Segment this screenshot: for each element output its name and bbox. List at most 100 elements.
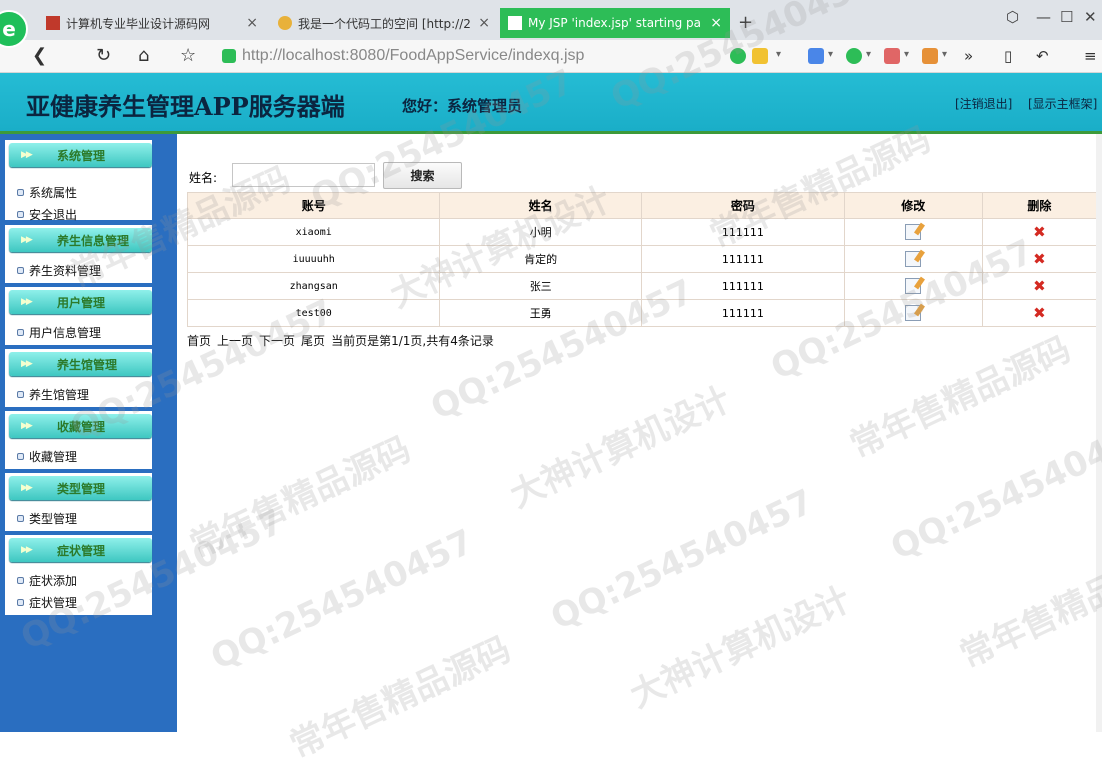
speed-mode-icon[interactable] <box>730 48 746 64</box>
reload-icon[interactable]: ↻ <box>96 45 111 66</box>
security-icon[interactable] <box>846 48 862 64</box>
tab-coder-space[interactable]: 我是一个代码工的空间 [http://2 × <box>270 8 498 38</box>
column-header-name: 姓名 <box>439 192 642 219</box>
expand-arrow-icon: ▶▶ <box>21 483 33 493</box>
cell-name: 张三 <box>439 272 642 300</box>
cell-password: 111111 <box>640 245 845 273</box>
delete-icon[interactable]: ✖ <box>1033 250 1046 268</box>
delete-icon[interactable]: ✖ <box>1033 304 1046 322</box>
chevron-down-icon[interactable]: ▾ <box>942 49 947 60</box>
tab-favicon-icon <box>508 16 522 30</box>
tab-index-jsp[interactable]: My JSP 'index.jsp' starting pa × <box>500 8 730 38</box>
expand-arrow-icon: ▶▶ <box>21 297 33 307</box>
menu-header-types[interactable]: ▶▶ 类型管理 <box>9 476 152 500</box>
apps-icon[interactable] <box>808 48 824 64</box>
sidebar-item-symptom-management[interactable]: 症状管理 <box>17 594 77 611</box>
url-path: :8080/FoodAppService/indexq.jsp <box>345 47 585 64</box>
edit-icon[interactable] <box>905 251 922 267</box>
menu-header-clubs[interactable]: ▶▶ 养生馆管理 <box>9 352 152 376</box>
cell-delete: ✖ <box>981 218 1098 246</box>
address-bar[interactable]: http://localhost:8080/FoodAppService/ind… <box>222 44 722 68</box>
user-greeting: 您好：系统管理员 <box>402 97 523 115</box>
minimize-icon[interactable]: — <box>1036 8 1051 26</box>
column-header-edit: 修改 <box>843 192 983 219</box>
tab-close-icon[interactable]: × <box>246 15 258 31</box>
skin-icon[interactable]: ⬡ <box>1006 8 1019 26</box>
table-header-row: 账号 姓名 密码 修改 删除 <box>186 192 1098 219</box>
cell-account: iuuuuhh <box>186 245 441 273</box>
menu-section-favorites: ▶▶ 收藏管理 收藏管理 <box>5 411 152 469</box>
tab-close-icon[interactable]: × <box>710 15 722 31</box>
logout-link[interactable]: [注销退出] <box>955 95 1012 112</box>
sidebar: ▶▶ 系统管理 系统属性 安全退出 ▶▶ 养生信息管理 养生资料管理 ▶▶ 用户管理 … <box>0 134 177 732</box>
chevron-down-icon[interactable]: ▾ <box>776 49 781 60</box>
menu-header-symptoms[interactable]: ▶▶ 症状管理 <box>9 538 152 562</box>
home-icon[interactable]: ⌂ <box>138 45 149 66</box>
bookmark-star-icon[interactable]: ☆ <box>180 45 196 66</box>
expand-arrow-icon: ▶▶ <box>21 150 33 160</box>
new-tab-button[interactable]: + <box>738 12 753 33</box>
reading-mode-icon[interactable]: ▯ <box>1004 47 1012 65</box>
edit-icon[interactable] <box>905 305 922 321</box>
name-search-input[interactable] <box>232 163 375 187</box>
menu-header-users[interactable]: ▶▶ 用户管理 <box>9 290 152 314</box>
sidebar-item-system-properties[interactable]: 系统属性 <box>17 184 77 201</box>
tab-label: My JSP 'index.jsp' starting pa <box>528 16 702 30</box>
column-header-password: 密码 <box>640 192 845 219</box>
user-table: 账号 姓名 密码 修改 删除 xiaomi 小明 111111 ✖ iuuuuh… <box>186 192 1098 327</box>
sidebar-item-safe-exit[interactable]: 安全退出 <box>17 206 77 223</box>
menu-section-clubs: ▶▶ 养生馆管理 养生馆管理 <box>5 349 152 407</box>
tab-close-icon[interactable]: × <box>478 15 490 31</box>
delete-icon[interactable]: ✖ <box>1033 223 1046 241</box>
expand-arrow-icon: ▶▶ <box>21 545 33 555</box>
tab-source-site[interactable]: 计算机专业毕业设计源码网 × <box>38 8 266 38</box>
back-icon[interactable]: ❮ <box>32 45 47 66</box>
delete-icon[interactable]: ✖ <box>1033 277 1046 295</box>
secure-shield-icon <box>222 49 236 63</box>
cell-name: 肯定的 <box>439 245 642 273</box>
cell-name: 王勇 <box>439 299 642 327</box>
translate-icon[interactable] <box>884 48 900 64</box>
menu-header-system[interactable]: ▶▶ 系统管理 <box>9 143 152 167</box>
column-header-delete: 删除 <box>981 192 1098 219</box>
next-page-link[interactable]: 下一页 <box>259 334 295 348</box>
chevron-down-icon[interactable]: ▾ <box>828 49 833 60</box>
main-content: 姓名: 搜索 账号 姓名 密码 修改 删除 xiaomi 小明 111111 ✖… <box>177 134 1102 732</box>
menu-icon[interactable]: ≡ <box>1084 47 1097 65</box>
browser-toolbar: ❮ ↻ ⌂ ☆ http://localhost:8080/FoodAppSer… <box>0 40 1102 73</box>
sidebar-item-club-management[interactable]: 养生馆管理 <box>17 386 89 403</box>
sidebar-item-types[interactable]: 类型管理 <box>17 510 77 527</box>
table-row: zhangsan 张三 111111 ✖ <box>186 272 1098 300</box>
search-button[interactable]: 搜索 <box>383 162 462 189</box>
more-extensions-icon[interactable]: » <box>964 47 973 65</box>
vertical-scrollbar[interactable] <box>1096 134 1102 732</box>
edit-icon[interactable] <box>905 278 922 294</box>
first-page-link[interactable]: 首页 <box>187 334 211 348</box>
maximize-icon[interactable]: ☐ <box>1060 8 1073 26</box>
cell-edit <box>843 245 983 273</box>
last-page-link[interactable]: 尾页 <box>301 334 325 348</box>
edit-icon[interactable] <box>905 224 922 240</box>
screenshot-icon[interactable] <box>922 48 938 64</box>
cell-account: zhangsan <box>186 272 441 300</box>
show-main-frame-link[interactable]: [显示主框架] <box>1028 95 1097 112</box>
sidebar-item-favorites[interactable]: 收藏管理 <box>17 448 77 465</box>
cell-password: 111111 <box>640 218 845 246</box>
table-row: iuuuuhh 肯定的 111111 ✖ <box>186 245 1098 273</box>
menu-header-favorites[interactable]: ▶▶ 收藏管理 <box>9 414 152 438</box>
bullet-icon <box>17 515 24 522</box>
lightning-icon[interactable] <box>752 48 768 64</box>
chevron-down-icon[interactable]: ▾ <box>904 49 909 60</box>
bullet-icon <box>17 267 24 274</box>
menu-header-health-info[interactable]: ▶▶ 养生信息管理 <box>9 228 152 252</box>
sidebar-item-user-info[interactable]: 用户信息管理 <box>17 324 101 341</box>
cell-delete: ✖ <box>981 299 1098 327</box>
chevron-down-icon[interactable]: ▾ <box>866 49 871 60</box>
cell-delete: ✖ <box>981 245 1098 273</box>
prev-page-link[interactable]: 上一页 <box>217 334 253 348</box>
close-window-icon[interactable]: ✕ <box>1084 8 1097 26</box>
tab-favicon-icon <box>278 16 292 30</box>
sidebar-item-symptom-add[interactable]: 症状添加 <box>17 572 77 589</box>
undo-icon[interactable]: ↶ <box>1036 47 1049 65</box>
sidebar-item-health-data[interactable]: 养生资料管理 <box>17 262 101 279</box>
